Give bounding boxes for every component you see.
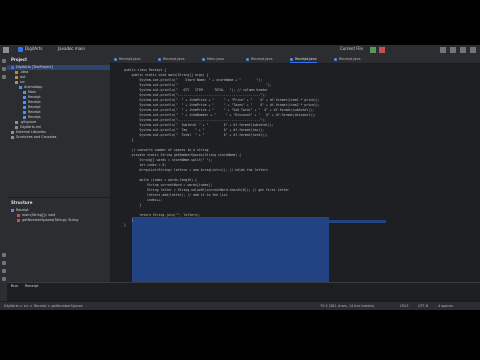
editor-tab[interactable]: Receipt.java (334, 56, 361, 62)
structure-item[interactable]: getNumberSpaces(String): String (7, 218, 120, 223)
project-tree-item-label: Receipt (28, 100, 41, 104)
java-file-icon (114, 57, 117, 61)
branch-widget[interactable]: Javadoc main (58, 46, 85, 51)
file-encoding[interactable]: UTF-8 (418, 304, 428, 308)
indent-setting[interactable]: 4 spaces (438, 304, 453, 308)
file-icon (15, 125, 18, 129)
editor-tab-label: Receipt.java (119, 57, 141, 61)
structure-panel: Structure Receipt main(String[]): void get… (7, 197, 111, 283)
editor-tab[interactable]: Receipt.java (158, 56, 185, 62)
project-tree-item-label: src (20, 80, 25, 84)
problems-tool-icon[interactable] (1, 269, 6, 273)
project-tree-item-label: .gitignore (20, 120, 37, 124)
project-tree-item-label: Receipt (28, 110, 41, 114)
project-tree-item-label: .idea (20, 70, 29, 74)
run-tool-icon[interactable] (1, 253, 6, 257)
project-tool-icon[interactable] (1, 59, 6, 63)
code-line: } (124, 223, 126, 227)
status-bar: DigitArts > src > Receipt > getNumberSpa… (0, 301, 480, 310)
project-tree-item-label: DigitArts.iml (20, 125, 42, 129)
run-tab-receipt[interactable]: Receipt (25, 284, 38, 288)
class-icon (23, 95, 26, 99)
code-line: System.out.println(" Total " + " $" + df… (124, 133, 268, 137)
project-tree-item-label: AnimalApp (24, 85, 43, 89)
class-icon (23, 110, 26, 114)
class-icon (19, 85, 22, 89)
structure-item-label: Receipt (16, 208, 29, 212)
editor-tab[interactable]: Main.java (202, 56, 224, 62)
java-file-icon (246, 57, 249, 61)
structure-tool-icon[interactable] (1, 75, 6, 79)
project-tree-item-label: Scratches and Consoles (16, 135, 57, 139)
lib-icon (11, 130, 14, 134)
run-icon[interactable] (370, 47, 376, 53)
project-tree-item-label: DigitArts [TestProject] (16, 65, 53, 69)
main-menu-icon[interactable] (3, 47, 9, 53)
project-tree-item-label: Main (28, 90, 37, 94)
java-file-icon (290, 57, 293, 61)
structure-item-label: getNumberSpaces(String): String (22, 218, 79, 222)
folder-icon (15, 80, 18, 84)
folder-icon (15, 70, 18, 74)
run-config-select[interactable]: Current File (340, 46, 363, 51)
class-icon (11, 208, 14, 212)
settings-icon[interactable] (450, 47, 456, 53)
structure-item-label: main(String[]): void (22, 213, 56, 217)
search-icon[interactable] (440, 47, 446, 53)
editor-tab-label: Receipt.java (339, 57, 361, 61)
navigation-breadcrumb[interactable]: DigitArts > src > Receipt > getNumberSpa… (4, 304, 83, 308)
project-tree-item-label: Receipt (28, 95, 41, 99)
git-tool-icon[interactable] (1, 277, 6, 281)
project-tree-item[interactable]: Scratches and Consoles (7, 135, 114, 140)
terminal-tool-icon[interactable] (1, 261, 6, 265)
class-icon (23, 115, 26, 119)
editor-tab-label: Main.java (207, 57, 224, 61)
project-tree-item-label: Receipt (28, 115, 41, 119)
java-file-icon (158, 57, 161, 61)
class-icon (23, 100, 26, 104)
editor-tab[interactable]: Receipt.java (246, 56, 273, 62)
class-icon (23, 105, 26, 109)
project-badge-icon (18, 47, 23, 52)
method-icon (17, 213, 20, 217)
caret-position[interactable]: 70:5 (381 chars, 14 line breaks) (320, 304, 374, 308)
project-switcher[interactable]: DigitArts (25, 46, 42, 51)
code-line: return String.join("", letters); (124, 213, 201, 217)
project-tree-item-label: External Libraries (16, 130, 46, 134)
code-line: } (124, 138, 134, 142)
editor-tab-label: Receipt.java (251, 57, 273, 61)
editor-tab[interactable]: Receipt.java (114, 56, 141, 62)
editor-tab[interactable]: Receipt.java (290, 56, 317, 63)
lib-icon (11, 135, 14, 139)
file-icon (15, 120, 18, 124)
java-file-icon (202, 57, 205, 61)
project-panel-title: Project (11, 57, 28, 62)
class-icon (23, 90, 26, 94)
project-tree-item-label: Receipt (28, 105, 41, 109)
editor-tab-label: Receipt.java (163, 57, 185, 61)
run-panel-title: Run (11, 284, 18, 288)
module-icon (11, 65, 14, 69)
project-panel: Project DigitArts [TestProject] .idea out s… (7, 55, 114, 197)
java-file-icon (334, 57, 337, 61)
editor-area: Receipt.java Receipt.java Main.java Receipt… (110, 55, 480, 291)
line-separator[interactable]: CRLF (400, 304, 409, 308)
ide-window: DigitArts Javadoc main Current File Proj… (0, 45, 480, 310)
method-icon (17, 218, 20, 222)
project-tree-item-label: out (20, 75, 26, 79)
line-gutter (110, 64, 124, 282)
commit-tool-icon[interactable] (1, 67, 6, 71)
close-icon[interactable] (470, 47, 476, 53)
editor-tabs: Receipt.java Receipt.java Main.java Receipt… (110, 55, 480, 64)
code-view[interactable]: public class Receipt { public static voi… (124, 64, 480, 282)
structure-panel-title: Structure (11, 200, 33, 205)
code-line: } (124, 203, 142, 207)
folder-icon (15, 75, 18, 79)
minimize-icon[interactable] (460, 47, 466, 53)
debug-icon[interactable] (379, 47, 385, 53)
code-line: ArrayList<String> letters = new ArrayLis… (124, 168, 268, 172)
editor-tab-label: Receipt.java (295, 57, 317, 61)
